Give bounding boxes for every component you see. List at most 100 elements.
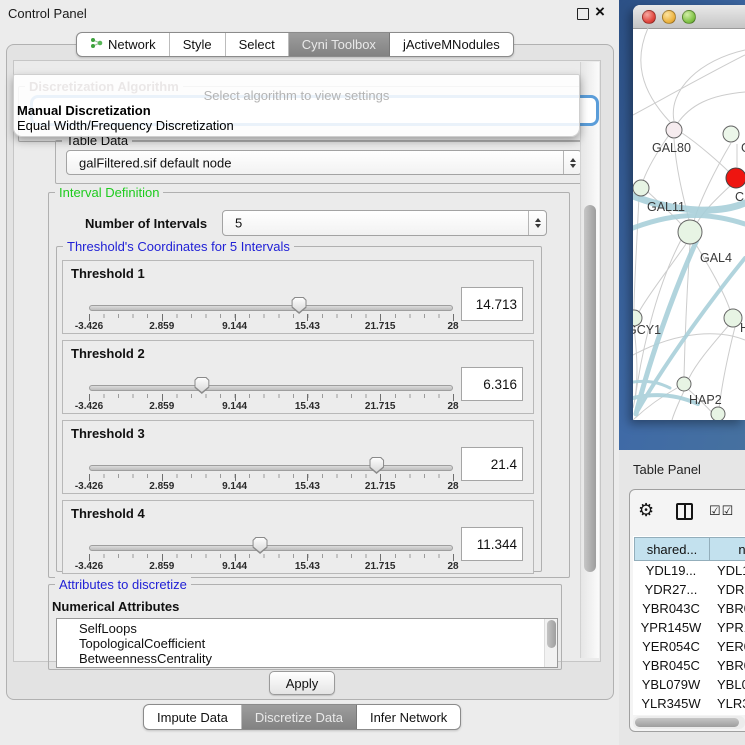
column-header-shared-name[interactable]: shared...	[634, 537, 710, 561]
table-row[interactable]: YBR045CYBR0	[633, 658, 745, 677]
list-item[interactable]: TopologicalCoefficient	[57, 636, 557, 651]
group-title: Interval Definition	[55, 185, 163, 200]
network-node[interactable]	[726, 168, 745, 188]
table-row[interactable]: YDL19...YDL1	[633, 563, 745, 582]
node-label: HAP2	[689, 393, 722, 407]
slider-track[interactable]	[89, 385, 453, 391]
threshold-2-panel: Threshold 2 -3.4262.8599.14415.4321.7152…	[62, 340, 534, 414]
tab-infer-network[interactable]: Infer Network	[357, 705, 460, 729]
tab-impute-data[interactable]: Impute Data	[144, 705, 242, 729]
threshold-label: Threshold 3	[71, 426, 145, 441]
table-row[interactable]: YLR345WYLR3	[633, 696, 745, 715]
threshold-4-value-input[interactable]	[461, 527, 523, 561]
slider-thumb[interactable]	[369, 457, 384, 474]
tab-label: Network	[108, 37, 156, 52]
network-node[interactable]	[711, 407, 725, 420]
network-node[interactable]	[723, 126, 739, 142]
float-window-icon[interactable]	[577, 8, 589, 20]
node-label: GAL11	[647, 200, 685, 214]
table-toolbar: ⚙ ☑☑	[630, 490, 745, 536]
apply-button[interactable]: Apply	[269, 671, 335, 695]
column-header-name[interactable]: n	[709, 537, 745, 561]
threshold-1-panel: Threshold 1 -3.4262.8599.14415.4321.7152…	[62, 260, 534, 334]
table-data-combobox[interactable]: galFiltered.sif default node	[66, 150, 582, 175]
table-row[interactable]: YER054CYER0	[633, 639, 745, 658]
threshold-label: Threshold 2	[71, 346, 145, 361]
network-node[interactable]	[633, 180, 649, 196]
tab-style[interactable]: Style	[170, 33, 226, 56]
threshold-3-slider[interactable]: -3.4262.8599.14415.4321.71528	[89, 459, 453, 493]
node-label: C	[735, 190, 744, 204]
top-tab-bar: Network Style Select Cyni Toolbox jActiv…	[76, 32, 514, 57]
number-of-intervals-combobox[interactable]: 5	[222, 210, 547, 236]
select-columns-icon[interactable]: ☑☑	[709, 503, 734, 519]
stepper-icon[interactable]	[528, 211, 546, 235]
panel-scrollbar[interactable]	[580, 62, 599, 658]
stepper-icon[interactable]	[563, 151, 581, 174]
zoom-traffic-light[interactable]	[682, 10, 696, 24]
group-title: Attributes to discretize	[55, 577, 191, 592]
columns-icon[interactable]	[676, 503, 693, 520]
window-titlebar[interactable]	[633, 5, 745, 29]
scrollbar-thumb[interactable]	[635, 718, 739, 727]
table-data-value: galFiltered.sif default node	[79, 155, 231, 170]
slider-track[interactable]	[89, 545, 453, 551]
algorithm-option-equal-width[interactable]: Equal Width/Frequency Discretization	[17, 118, 234, 133]
table-panel-window: ⚙ ☑☑ shared... n YDL19...YDL1 YDR27...YD…	[629, 489, 745, 732]
threshold-1-value-input[interactable]	[461, 287, 523, 321]
table-panel-title: Table Panel	[633, 462, 701, 477]
table-row[interactable]: YDR27...YDR2	[633, 582, 745, 601]
tab-discretize-data[interactable]: Discretize Data	[242, 705, 357, 729]
algorithm-dropdown-popup: Select algorithm to view settings Manual…	[13, 74, 580, 137]
table-row[interactable]: YBR043CYBR0	[633, 601, 745, 620]
table-horizontal-scrollbar[interactable]	[633, 716, 745, 729]
table-row[interactable]: YPR145WYPR1	[633, 620, 745, 639]
tab-select[interactable]: Select	[226, 33, 289, 56]
threshold-1-slider[interactable]: -3.4262.8599.14415.4321.71528	[89, 299, 453, 333]
bottom-tab-bar: Impute Data Discretize Data Infer Networ…	[143, 704, 461, 730]
close-traffic-light[interactable]	[642, 10, 656, 24]
table-row[interactable]: YBL079WYBL0	[633, 677, 745, 696]
scrollbar-thumb[interactable]	[584, 205, 596, 572]
gear-icon[interactable]: ⚙	[638, 501, 654, 519]
threshold-3-value-input[interactable]	[461, 447, 523, 481]
network-node[interactable]	[677, 377, 691, 391]
node-label: GCY1	[633, 323, 661, 337]
attributes-listbox: SelfLoops TopologicalCoefficient Between…	[56, 618, 558, 668]
threshold-2-value-input[interactable]	[461, 367, 523, 401]
network-node[interactable]	[666, 122, 682, 138]
threshold-2-slider[interactable]: -3.4262.8599.14415.4321.71528	[89, 379, 453, 413]
slider-thumb[interactable]	[292, 297, 307, 314]
tab-cyni-toolbox[interactable]: Cyni Toolbox	[289, 33, 390, 56]
network-node[interactable]	[678, 220, 702, 244]
algorithm-option-manual[interactable]: Manual Discretization	[17, 103, 151, 118]
number-of-intervals-label: Number of Intervals	[85, 216, 207, 231]
threshold-label: Threshold 4	[71, 506, 145, 521]
node-label: G	[741, 141, 745, 155]
threshold-3-panel: Threshold 3 -3.4262.8599.14415.4321.7152…	[62, 420, 534, 494]
list-scrollbar[interactable]	[544, 619, 557, 667]
threshold-label: Threshold 1	[71, 266, 145, 281]
algorithm-placeholder: Select algorithm to view settings	[14, 88, 579, 103]
node-label: GAL4	[700, 251, 732, 265]
tab-jactivemnodules[interactable]: jActiveMNodules	[390, 33, 513, 56]
network-view-window: GAL80 G C GAL11 GAL4 GCY1 H HAP2	[633, 5, 745, 420]
intervals-value: 5	[235, 216, 242, 231]
list-item[interactable]: SelfLoops	[57, 619, 557, 636]
node-label: GAL80	[652, 141, 691, 155]
slider-track[interactable]	[89, 305, 453, 311]
slider-track[interactable]	[89, 465, 453, 471]
node-table: shared... n YDL19...YDL1 YDR27...YDR2 YB…	[633, 536, 745, 715]
panel-title: Control Panel	[8, 6, 87, 21]
numerical-attributes-label: Numerical Attributes	[52, 599, 179, 614]
network-canvas[interactable]: GAL80 G C GAL11 GAL4 GCY1 H HAP2	[633, 28, 745, 420]
threshold-4-slider[interactable]: -3.4262.8599.14415.4321.71528	[89, 539, 453, 573]
list-item[interactable]: BetweennessCentrality	[57, 651, 557, 666]
slider-thumb[interactable]	[253, 537, 268, 554]
tab-network[interactable]: Network	[77, 33, 170, 56]
group-title: Threshold's Coordinates for 5 Intervals	[63, 239, 294, 254]
slider-thumb[interactable]	[194, 377, 209, 394]
minimize-traffic-light[interactable]	[662, 10, 676, 24]
close-icon[interactable]: ×	[595, 2, 605, 22]
screen: Control Panel × Network Style Select Cyn…	[0, 0, 745, 745]
